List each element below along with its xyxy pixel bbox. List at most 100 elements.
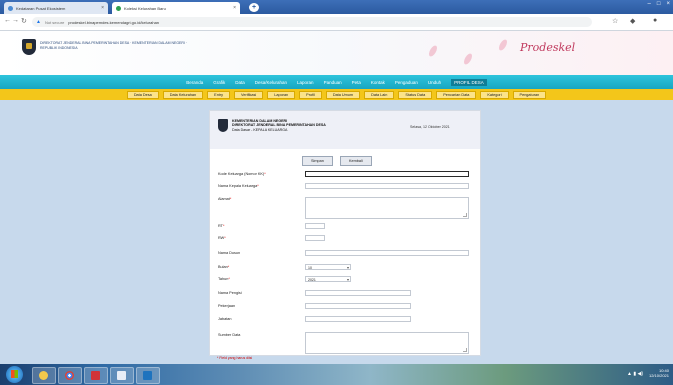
minimize-icon[interactable]: – (648, 1, 651, 7)
url-input[interactable]: ▲ Not secure prodeskel.binapemdes.kemend… (32, 17, 592, 27)
alamat-textarea[interactable] (305, 197, 469, 219)
nama-kk-input[interactable] (305, 183, 469, 189)
label-pekerjaan: Pekerjaan (218, 304, 236, 308)
new-tab-icon[interactable]: + (249, 3, 259, 12)
tahun-select[interactable]: 2021 (305, 276, 351, 283)
decor-flower (462, 52, 474, 66)
save-button[interactable]: Simpan (302, 156, 333, 166)
label-jabatan: Jabatan (218, 317, 232, 321)
address-bar: ← → ↻ ▲ Not secure prodeskel.binapemdes.… (0, 14, 673, 31)
security-icon: ▲ (36, 19, 41, 25)
form-logo (218, 119, 228, 132)
taskbar-app[interactable] (58, 367, 82, 384)
chrome-icon (65, 371, 74, 380)
label-bulan: Bulan* (218, 265, 230, 269)
sumber-data-textarea[interactable] (305, 332, 469, 354)
browser-tab-active[interactable]: Koleksi Kelurahan Baru × (112, 2, 240, 14)
decor-flower (497, 38, 509, 52)
menu-item[interactable]: Unduh (428, 80, 441, 85)
menu-item[interactable]: Grafik (213, 80, 225, 85)
start-button-icon[interactable] (6, 366, 23, 383)
maximize-icon[interactable]: □ (657, 1, 661, 7)
menu-item[interactable]: Data (235, 80, 245, 85)
nomor-kk-input[interactable] (305, 171, 469, 177)
label-nama-dusun: Nama Dusun (218, 251, 241, 255)
label-rw: RW* (218, 236, 226, 240)
submenu-item[interactable]: Data Kelurahan (162, 90, 204, 99)
clock[interactable]: 10:40 12/10/2021 (649, 368, 669, 378)
submenu-item[interactable]: Data Desa (126, 90, 159, 99)
primary-menu: Beranda Grafik Data Desa/Kelurahan Lapor… (0, 75, 673, 89)
folder-icon (39, 371, 48, 380)
label-nama-kk: Nama Kepala Keluarga* (218, 184, 259, 188)
tab-title: Kedataran Pusat Ekosistem (16, 5, 66, 11)
pekerjaan-input[interactable] (305, 303, 411, 309)
menu-item[interactable]: Peta (352, 80, 361, 85)
label-alamat: Alamat* (218, 197, 232, 201)
submenu-item[interactable]: Verifikasi (234, 90, 264, 99)
submenu-item[interactable]: Pencarian Data (436, 90, 477, 99)
security-label: Not secure (44, 19, 65, 25)
close-icon[interactable]: × (233, 5, 236, 11)
decor-flower (427, 44, 439, 58)
windows-taskbar: ▲ ▮ ◀) 10:40 12/10/2021 (0, 364, 673, 385)
tab-favicon-icon (116, 5, 121, 11)
form-header: KEMENTERIAN DALAM NEGERI DIREKTORAT JEND… (210, 111, 480, 149)
submenu-item[interactable]: Data Lain (364, 90, 395, 99)
nama-pengisi-input[interactable] (305, 290, 411, 296)
label-nama-pengisi: Nama Pengisi (218, 291, 242, 295)
site-header: DIREKTORAT JENDERAL BINA PEMERINTAHAN DE… (0, 31, 673, 75)
label-rt: RT* (218, 224, 225, 228)
browser-tab[interactable]: Kedataran Pusat Ekosistem × (4, 2, 108, 14)
profile-icon[interactable]: ● (653, 17, 657, 24)
menu-item[interactable]: Beranda (186, 80, 203, 85)
reload-icon[interactable]: ↻ (21, 17, 27, 25)
jabatan-input[interactable] (305, 316, 411, 322)
close-icon[interactable]: × (101, 5, 104, 11)
url-text: prodeskel.binapemdes.kemendagri.go.id/ke… (68, 19, 160, 25)
tab-favicon-icon (8, 5, 13, 11)
kk-form: KEMENTERIAN DALAM NEGERI DIREKTORAT JEND… (209, 110, 481, 356)
tab-title: Koleksi Kelurahan Baru (124, 5, 166, 11)
menu-item[interactable]: Desa/Kelurahan (255, 80, 287, 85)
forward-icon[interactable]: → (12, 17, 19, 24)
rt-input[interactable] (305, 223, 325, 229)
nama-dusun-input[interactable] (305, 250, 469, 256)
submenu-item[interactable]: Profil (299, 90, 322, 99)
submenu-item[interactable]: Pengaturan (512, 90, 547, 99)
menu-item-active[interactable]: PROFIL DESA (451, 78, 487, 86)
app-icon (91, 371, 100, 380)
taskbar-app[interactable] (110, 367, 134, 384)
submenu-item[interactable]: Laporan (267, 90, 296, 99)
menu-item[interactable]: Kontak (371, 80, 385, 85)
ministry-name: DIREKTORAT JENDERAL BINA PEMERINTAHAN DE… (40, 41, 188, 50)
submenu-item[interactable]: Entry (207, 90, 231, 99)
extensions-icon[interactable]: ◆ (630, 17, 635, 25)
garuda-logo (22, 39, 36, 55)
secondary-menu: Data Desa Data Kelurahan Entry Verifikas… (0, 89, 673, 100)
menu-item[interactable]: Panduan (324, 80, 342, 85)
submenu-item[interactable]: Data Umum (325, 90, 361, 99)
browser-tabbar: Kedataran Pusat Ekosistem × Koleksi Kelu… (0, 0, 673, 14)
header-signature: Prodeskel (520, 41, 576, 54)
tray-icons[interactable]: ▲ ▮ ◀) (627, 371, 643, 377)
form-title: KEMENTERIAN DALAM NEGERI DIREKTORAT JEND… (232, 119, 326, 132)
submenu-item[interactable]: Status Data (398, 90, 433, 99)
back-button[interactable]: Kembali (340, 156, 372, 166)
app-icon (117, 371, 126, 380)
window-controls: – □ × (648, 1, 670, 7)
rw-input[interactable] (305, 235, 325, 241)
menu-item[interactable]: Pengaduan (395, 80, 418, 85)
label-tahun: Tahun* (218, 277, 230, 281)
label-sumber-data: Sumber Data (218, 333, 241, 337)
star-icon[interactable]: ☆ (612, 17, 618, 25)
submenu-item[interactable]: Kategori (480, 90, 509, 99)
bulan-select[interactable]: 10 (305, 264, 351, 271)
close-window-icon[interactable]: × (666, 1, 670, 7)
taskbar-app[interactable] (136, 367, 160, 384)
back-icon[interactable]: ← (4, 17, 11, 24)
taskbar-app[interactable] (84, 367, 108, 384)
taskbar-app[interactable] (32, 367, 56, 384)
required-note: * Field yang harus diisi (217, 356, 253, 360)
menu-item[interactable]: Laporan (297, 80, 314, 85)
